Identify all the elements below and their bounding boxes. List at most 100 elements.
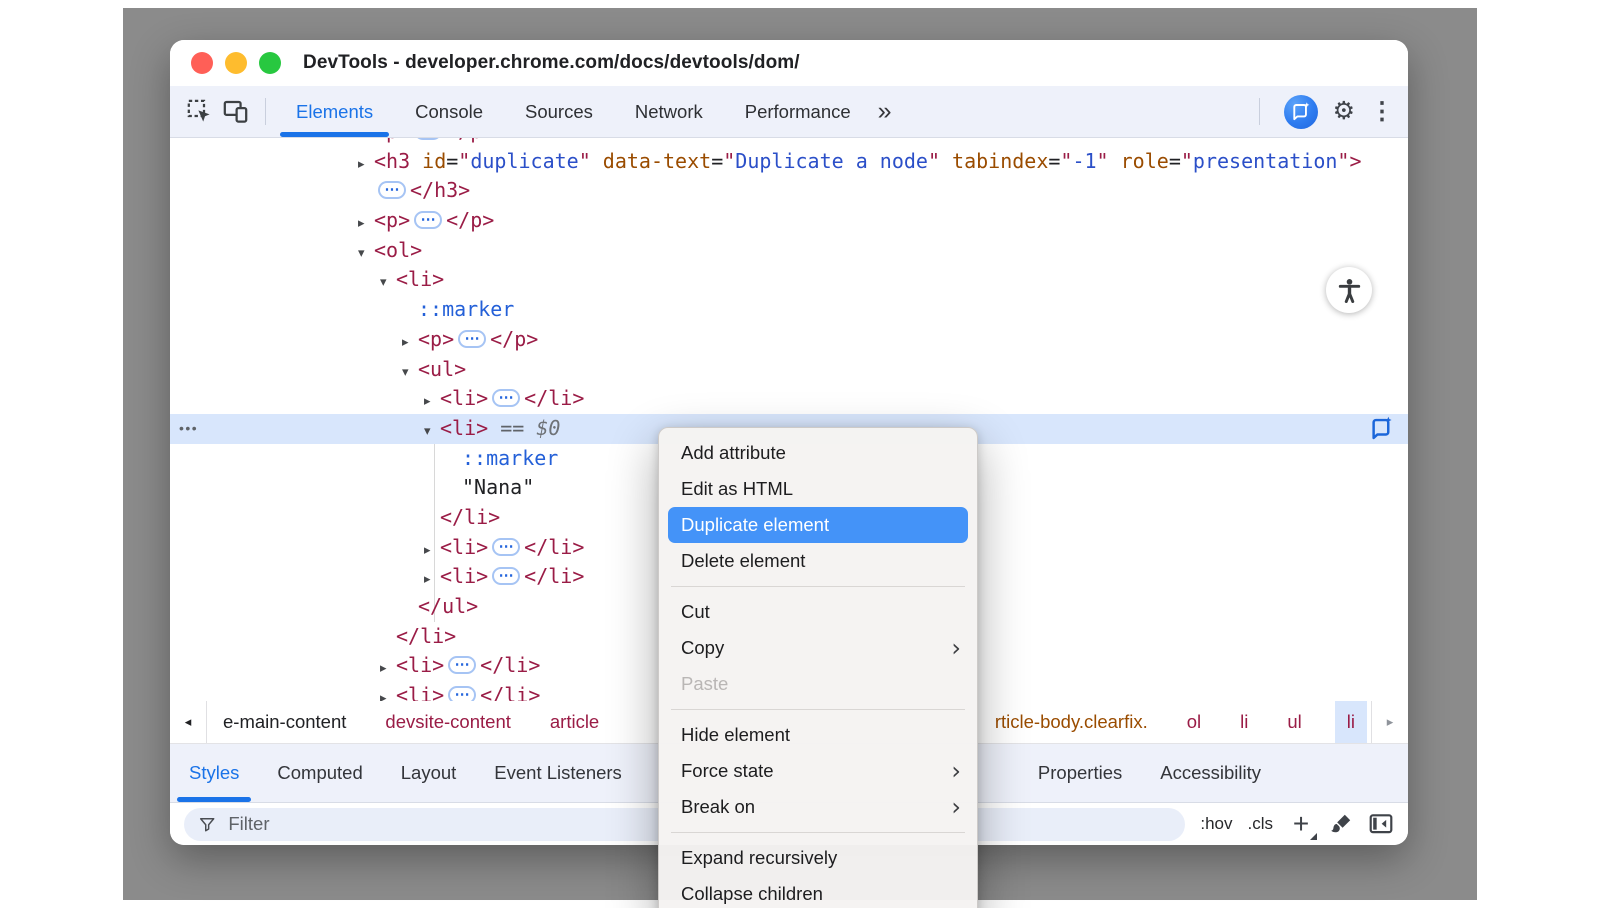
breadcrumb-back-icon[interactable]: ◂ <box>170 701 207 743</box>
code-tag: <li> <box>396 267 444 291</box>
collapse-arrow-icon[interactable]: ▸ <box>380 654 396 684</box>
tab-performance[interactable]: Performance <box>724 86 872 137</box>
tab-layout[interactable]: Layout <box>382 744 476 802</box>
menu-item-label: Duplicate element <box>681 514 829 536</box>
row-overflow-dots[interactable]: ••• <box>179 414 198 444</box>
code-val: presentation <box>1193 149 1338 173</box>
menu-item-expand-recursively[interactable]: Expand recursively <box>659 840 977 876</box>
tab-sources[interactable]: Sources <box>504 86 614 137</box>
breadcrumb-item-ol[interactable]: ol <box>1181 701 1207 743</box>
code-tag: </h3> <box>410 178 470 202</box>
minimize-window-button[interactable] <box>225 52 247 74</box>
breadcrumb-forward-icon[interactable]: ▸ <box>1371 701 1408 743</box>
breadcrumb-item-e-main-content[interactable]: e-main-content <box>217 701 352 743</box>
menu-item-force-state[interactable]: Force state› <box>659 753 977 789</box>
dom-tree-row[interactable]: ▸<p>⋯</p> <box>170 325 1408 355</box>
close-window-button[interactable] <box>191 52 213 74</box>
menu-item-break-on[interactable]: Break on› <box>659 789 977 825</box>
settings-gear-icon[interactable]: ⚙ <box>1333 99 1355 124</box>
maximize-window-button[interactable] <box>259 52 281 74</box>
rendering-brush-icon[interactable] <box>1329 812 1353 836</box>
dom-tree-row[interactable]: ⋯</h3> <box>170 176 1408 206</box>
breadcrumb-item-devsite-content[interactable]: devsite-content <box>379 701 516 743</box>
menu-item-delete-element[interactable]: Delete element <box>659 543 977 579</box>
code-q: " <box>928 149 940 173</box>
menu-item-label: Add attribute <box>681 442 786 464</box>
ellipsis-pill-button[interactable]: ⋯ <box>492 538 520 556</box>
toggle-element-state-button[interactable]: :hov <box>1200 814 1232 834</box>
tab-console[interactable]: Console <box>394 86 504 137</box>
code-tag: </li> <box>480 683 540 701</box>
ellipsis-pill-button[interactable]: ⋯ <box>492 567 520 585</box>
dom-tree-row[interactable]: ▾<ol> <box>170 236 1408 266</box>
breadcrumb-item-li[interactable]: li <box>1335 701 1367 743</box>
code-tag: <li> <box>440 564 488 588</box>
tab-event-listeners[interactable]: Event Listeners <box>475 744 641 802</box>
menu-item-edit-as-html[interactable]: Edit as HTML <box>659 471 977 507</box>
code-tag: <p> <box>374 208 410 232</box>
dom-tree-row[interactable]: ▸<h3 id="duplicate" data-text="Duplicate… <box>170 147 1408 177</box>
breadcrumb-item-li[interactable]: li <box>1234 701 1254 743</box>
code-q: " <box>1337 149 1349 173</box>
dom-tree-row[interactable]: ▸<li>⋯</li> <box>170 384 1408 414</box>
code-flag: == <box>488 416 536 440</box>
menu-item-add-attribute[interactable]: Add attribute <box>659 435 977 471</box>
ellipsis-pill-button[interactable]: ⋯ <box>448 656 476 674</box>
menu-item-duplicate-element[interactable]: Duplicate element <box>668 507 968 543</box>
collapse-arrow-icon[interactable]: ▸ <box>424 565 440 595</box>
element-classes-button[interactable]: .cls <box>1248 814 1274 834</box>
collapse-arrow-icon[interactable]: ▸ <box>424 387 440 417</box>
dom-tree-row[interactable]: ▸<p>⋯</p> <box>170 206 1408 236</box>
code-tag: <ul> <box>418 357 466 381</box>
code-attr: tabindex <box>940 149 1048 173</box>
collapse-arrow-icon[interactable]: ▸ <box>424 536 440 566</box>
tab-accessibility[interactable]: Accessibility <box>1141 744 1280 802</box>
menu-item-collapse-children[interactable]: Collapse children <box>659 876 977 908</box>
expand-arrow-icon[interactable]: ▾ <box>358 239 374 269</box>
menu-item-copy[interactable]: Copy› <box>659 630 977 666</box>
menu-item-cut[interactable]: Cut <box>659 594 977 630</box>
ellipsis-pill-button[interactable]: ⋯ <box>448 686 476 701</box>
toggle-sidebar-panel-icon[interactable] <box>1368 811 1394 837</box>
dom-tree-row[interactable]: ▸<p>⋯</p> <box>170 138 1408 147</box>
more-tabs-icon[interactable]: » <box>878 99 892 124</box>
expand-arrow-icon[interactable]: ▾ <box>424 417 440 447</box>
breadcrumb-item-article[interactable]: article <box>544 701 605 743</box>
dom-tree-row[interactable]: ▾<li> <box>170 265 1408 295</box>
expand-arrow-icon[interactable]: ▾ <box>402 358 418 388</box>
expand-arrow-icon[interactable]: ▾ <box>380 268 396 298</box>
ask-ai-icon[interactable] <box>1368 415 1395 442</box>
collapse-arrow-icon[interactable]: ▸ <box>358 150 374 180</box>
dom-tree-row[interactable]: ::marker <box>170 295 1408 325</box>
collapse-arrow-icon[interactable]: ▸ <box>380 684 396 701</box>
tab-properties[interactable]: Properties <box>1019 744 1141 802</box>
ellipsis-pill-button[interactable]: ⋯ <box>378 181 406 199</box>
ellipsis-pill-button[interactable]: ⋯ <box>414 138 442 140</box>
toggle-device-toolbar-icon[interactable] <box>220 97 250 127</box>
kebab-menu-icon[interactable]: ⋮ <box>1370 100 1394 124</box>
menu-divider <box>671 586 965 587</box>
tab-styles[interactable]: Styles <box>170 744 258 802</box>
breadcrumb-item-ul[interactable]: ul <box>1281 701 1307 743</box>
inspect-element-icon[interactable] <box>184 97 214 127</box>
ellipsis-pill-button[interactable]: ⋯ <box>414 211 442 229</box>
menu-item-hide-element[interactable]: Hide element <box>659 717 977 753</box>
devtools-toolbar: ElementsConsoleSourcesNetworkPerformance… <box>170 86 1408 138</box>
context-menu: Add attribute Edit as HTML Duplicate eleme… <box>658 427 978 908</box>
dom-tree-row[interactable]: ▾<ul> <box>170 355 1408 385</box>
tab-network[interactable]: Network <box>614 86 724 137</box>
tab-computed[interactable]: Computed <box>258 744 381 802</box>
collapse-arrow-icon[interactable]: ▸ <box>402 328 418 358</box>
breadcrumb-item-rticle-body-clearfix-[interactable]: rticle-body.clearfix. <box>989 701 1154 743</box>
code-tag: <h3 <box>374 149 410 173</box>
code-q: " <box>579 149 591 173</box>
code-tag: </p> <box>490 327 538 351</box>
tab-elements[interactable]: Elements <box>275 86 394 137</box>
new-style-rule-button[interactable]: + <box>1288 810 1314 838</box>
menu-item-label: Cut <box>681 601 710 623</box>
code-pseudo: ::marker <box>418 297 514 321</box>
collapse-arrow-icon[interactable]: ▸ <box>358 209 374 239</box>
ellipsis-pill-button[interactable]: ⋯ <box>458 330 486 348</box>
ai-assistant-icon[interactable] <box>1284 95 1318 129</box>
ellipsis-pill-button[interactable]: ⋯ <box>492 389 520 407</box>
